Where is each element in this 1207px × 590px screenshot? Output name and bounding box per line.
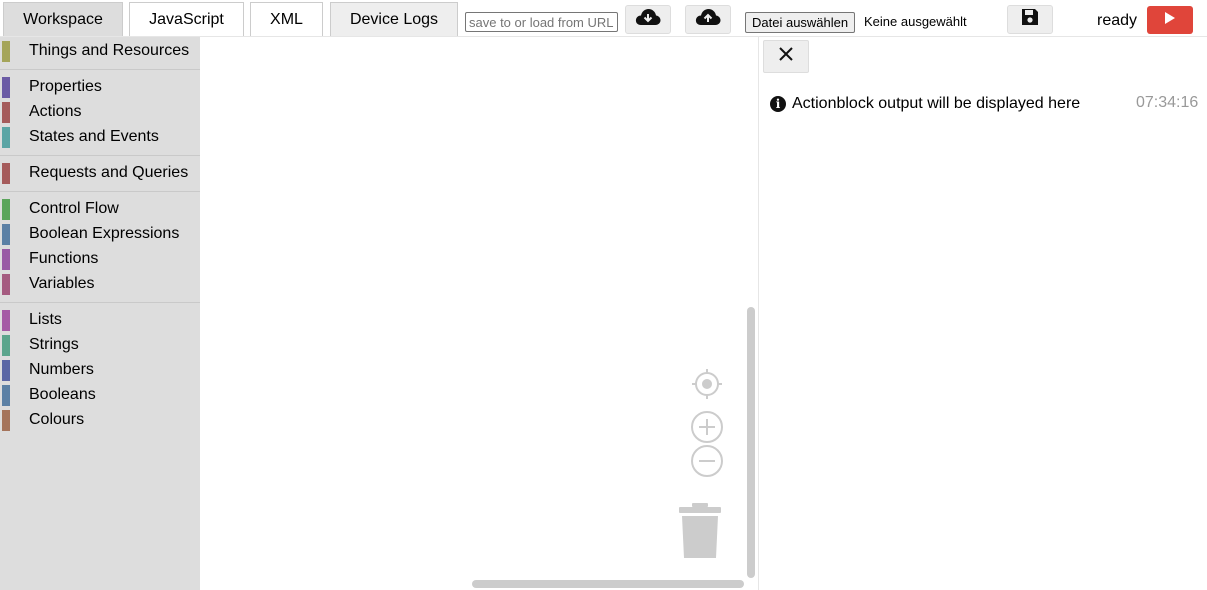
- category-label: Actions: [29, 103, 82, 120]
- toolbox-separator: [0, 69, 200, 70]
- category-color-swatch: [2, 41, 10, 62]
- toolbox-separator: [0, 155, 200, 156]
- toolbox-category-actions[interactable]: Actions: [0, 100, 200, 124]
- zoom-out-button[interactable]: [690, 444, 724, 483]
- category-label: Things and Resources: [29, 42, 190, 59]
- toolbox-category-functions[interactable]: Functions: [0, 247, 200, 271]
- tab-javascript[interactable]: JavaScript: [129, 2, 244, 36]
- tab-workspace[interactable]: Workspace: [3, 2, 123, 36]
- panel-divider: [758, 37, 759, 590]
- category-label: Strings: [29, 336, 79, 353]
- toolbox-category-control-flow[interactable]: Control Flow: [0, 197, 200, 221]
- tab-xml[interactable]: XML: [250, 2, 323, 36]
- toolbox-category-colours[interactable]: Colours: [0, 408, 200, 432]
- category-color-swatch: [2, 310, 10, 331]
- output-log-entry: i Actionblock output will be displayed h…: [770, 94, 1200, 114]
- file-status-text: Keine ausgewählt: [864, 14, 967, 29]
- category-color-swatch: [2, 224, 10, 245]
- toolbox-category-booleans[interactable]: Booleans: [0, 383, 200, 407]
- toolbox-category-requests-and-queries[interactable]: Requests and Queries: [0, 161, 200, 185]
- log-timestamp: 07:34:16: [1136, 94, 1199, 111]
- category-label: Requests and Queries: [29, 164, 189, 181]
- trash-can[interactable]: [678, 502, 722, 565]
- run-button[interactable]: [1147, 6, 1193, 34]
- category-color-swatch: [2, 274, 10, 295]
- workspace-horizontal-scrollbar[interactable]: [472, 580, 744, 588]
- category-label: Variables: [29, 275, 95, 292]
- info-icon: i: [770, 96, 786, 112]
- category-label: Properties: [29, 78, 102, 95]
- log-message: Actionblock output will be displayed her…: [792, 95, 1081, 112]
- category-label: Colours: [29, 411, 85, 428]
- block-workspace[interactable]: [200, 37, 758, 590]
- toolbox-category-states-and-events[interactable]: States and Events: [0, 125, 200, 149]
- category-label: Numbers: [29, 361, 94, 378]
- cloud-download-icon: [635, 7, 661, 32]
- toolbox-separator: [0, 302, 200, 303]
- toolbox-category-strings[interactable]: Strings: [0, 333, 200, 357]
- category-color-swatch: [2, 102, 10, 123]
- toolbox-category-things-and-resources[interactable]: Things and Resources: [0, 39, 200, 63]
- toolbox-category-lists[interactable]: Lists: [0, 308, 200, 332]
- category-color-swatch: [2, 163, 10, 184]
- category-label: Boolean Expressions: [29, 225, 180, 242]
- tab-device-logs[interactable]: Device Logs: [330, 2, 458, 36]
- category-color-swatch: [2, 360, 10, 381]
- top-bar: Workspace JavaScript XML Device Logs Dat…: [0, 0, 1207, 36]
- toolbox-category-properties[interactable]: Properties: [0, 75, 200, 99]
- toolbox-category-variables[interactable]: Variables: [0, 272, 200, 296]
- category-color-swatch: [2, 410, 10, 431]
- trash-icon: [678, 503, 722, 564]
- category-label: Control Flow: [29, 200, 119, 217]
- category-color-swatch: [2, 385, 10, 406]
- status-label: ready: [1097, 12, 1138, 29]
- upload-button[interactable]: [685, 5, 731, 34]
- floppy-disk-icon: [1020, 7, 1040, 32]
- cloud-upload-icon: [695, 7, 721, 32]
- save-button[interactable]: [1007, 5, 1053, 34]
- play-icon: [1163, 11, 1177, 30]
- category-label: Functions: [29, 250, 99, 267]
- category-color-swatch: [2, 77, 10, 98]
- category-color-swatch: [2, 249, 10, 270]
- close-icon: [778, 46, 794, 67]
- download-button[interactable]: [625, 5, 671, 34]
- category-label: Booleans: [29, 386, 96, 403]
- toolbox-category-boolean-expressions[interactable]: Boolean Expressions: [0, 222, 200, 246]
- close-output-button[interactable]: [763, 40, 809, 73]
- category-color-swatch: [2, 335, 10, 356]
- recenter-button[interactable]: [690, 367, 724, 406]
- category-label: Lists: [29, 311, 62, 328]
- url-input[interactable]: [465, 12, 618, 32]
- target-icon: [690, 369, 724, 405]
- toolbox-category-numbers[interactable]: Numbers: [0, 358, 200, 382]
- choose-file-button[interactable]: Datei auswählen: [745, 12, 856, 33]
- category-label: States and Events: [29, 128, 159, 145]
- toolbox-separator: [0, 191, 200, 192]
- category-color-swatch: [2, 127, 10, 148]
- category-color-swatch: [2, 199, 10, 220]
- zoom-out-icon: [690, 445, 724, 482]
- workspace-vertical-scrollbar[interactable]: [747, 307, 755, 578]
